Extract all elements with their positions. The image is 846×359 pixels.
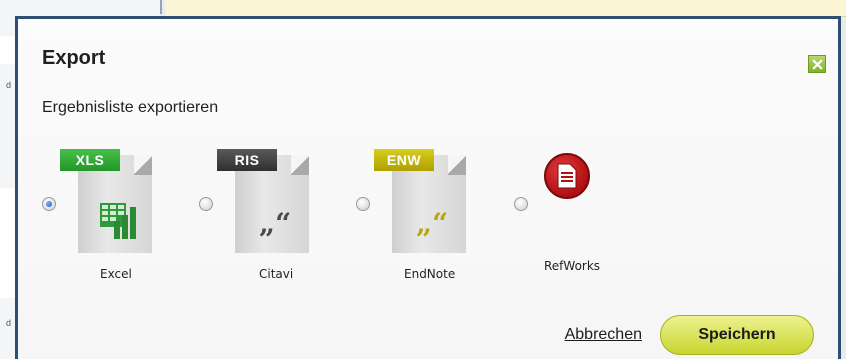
option-label-excel: Excel xyxy=(100,267,132,281)
background-text: d xyxy=(6,80,12,90)
dialog-subtitle: Ergebnisliste exportieren xyxy=(42,99,219,116)
export-format-options: XLS Excel RIS „“ Citavi ENW „“ EndNote R… xyxy=(42,149,682,281)
dialog-footer: Abbrechen Speichern xyxy=(565,315,814,355)
document-fold xyxy=(291,155,309,175)
refworks-document-icon xyxy=(544,153,590,199)
option-refworks[interactable]: RefWorks xyxy=(514,149,654,279)
background-divider xyxy=(160,0,162,14)
format-tag-enw: ENW xyxy=(374,149,434,171)
option-label-endnote: EndNote xyxy=(404,267,456,281)
option-label-citavi: Citavi xyxy=(259,267,294,281)
quote-document-icon: „“ xyxy=(416,207,448,240)
dialog-title: Export xyxy=(42,47,106,69)
radio-endnote[interactable] xyxy=(356,197,370,211)
excel-spreadsheet-icon xyxy=(100,203,136,239)
format-tag-ris: RIS xyxy=(217,149,277,171)
radio-refworks[interactable] xyxy=(514,197,528,211)
save-button[interactable]: Speichern xyxy=(660,315,814,355)
option-endnote[interactable]: ENW „“ EndNote xyxy=(356,149,496,281)
document-fold xyxy=(448,155,466,175)
svg-text:„“: „“ xyxy=(259,207,291,240)
background-banner xyxy=(165,0,846,17)
export-dialog: Export Ergebnisliste exportieren XLS Exc… xyxy=(15,16,841,359)
close-icon[interactable] xyxy=(808,55,826,73)
quote-document-icon: „“ xyxy=(259,207,291,240)
option-citavi[interactable]: RIS „“ Citavi xyxy=(199,149,339,281)
background-text: d xyxy=(6,318,12,328)
radio-citavi[interactable] xyxy=(199,197,213,211)
document-fold xyxy=(134,155,152,175)
option-excel[interactable]: XLS Excel xyxy=(42,149,182,281)
format-tag-xls: XLS xyxy=(60,149,120,171)
cancel-link[interactable]: Abbrechen xyxy=(565,326,642,344)
radio-excel[interactable] xyxy=(42,197,56,211)
option-label-refworks: RefWorks xyxy=(544,259,601,273)
svg-text:„“: „“ xyxy=(416,207,448,240)
